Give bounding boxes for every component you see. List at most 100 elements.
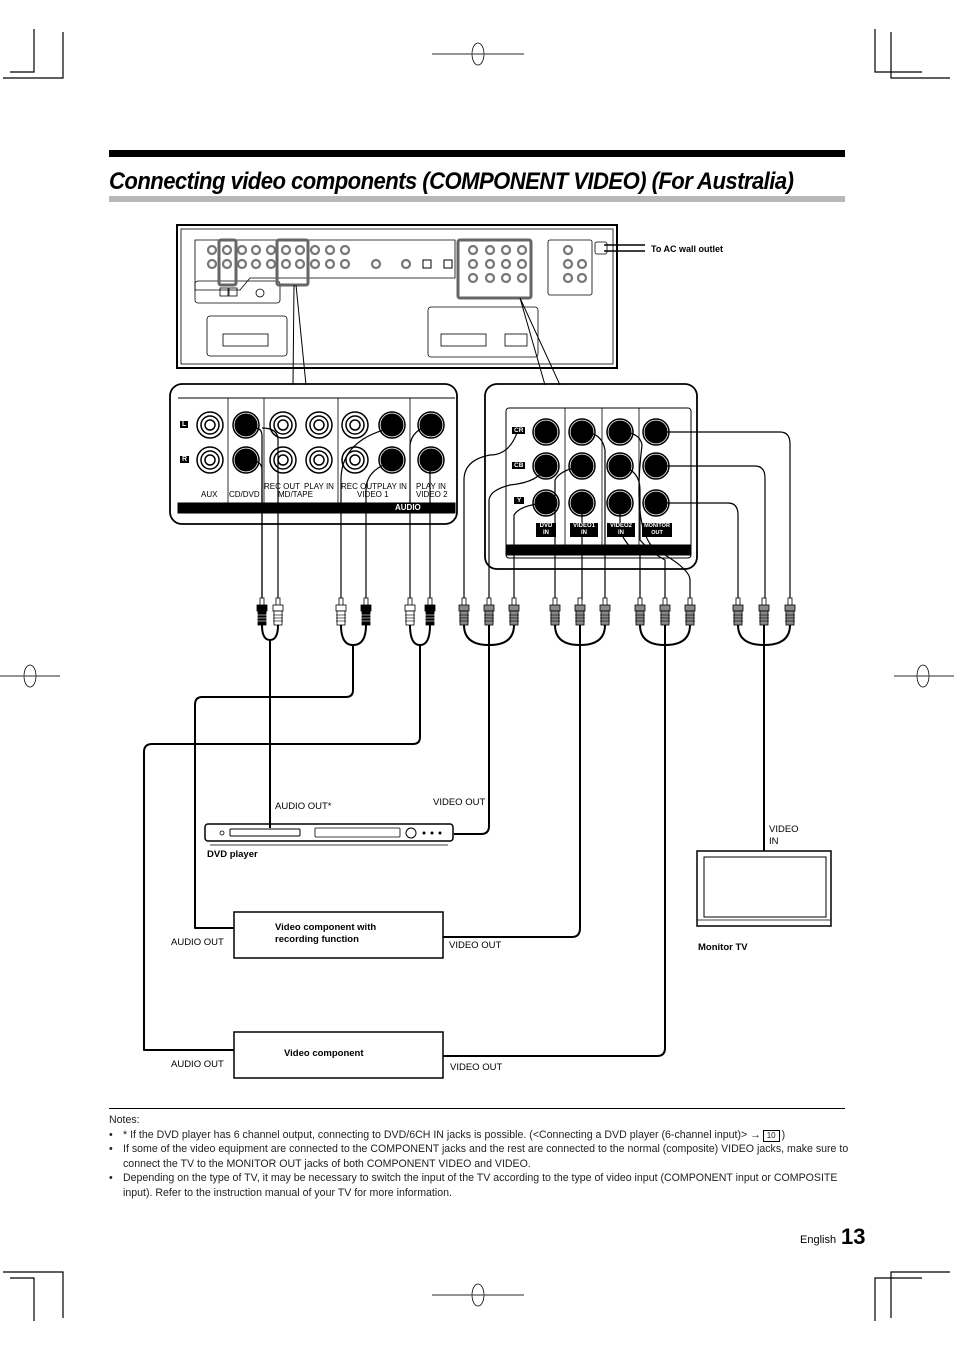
audio-jack (417, 446, 445, 474)
rca-jack (370, 258, 382, 270)
component-jack (467, 244, 479, 256)
rca-plug (549, 597, 561, 626)
cables (143, 424, 791, 1057)
component-jack (532, 418, 560, 446)
rca-jack (339, 258, 351, 270)
rca-jack (309, 258, 321, 270)
audio-jack (232, 446, 260, 474)
rca-jack (206, 244, 218, 256)
rca-plug (784, 597, 796, 626)
rca-jack (280, 244, 292, 256)
rca-jack (562, 244, 574, 256)
group-label-video2: VIDEO 2 (416, 490, 448, 499)
rca-plug (659, 597, 671, 626)
audio-jack (341, 446, 369, 474)
component-jack (500, 258, 512, 270)
rca-jack (206, 258, 218, 270)
rca-jack (294, 244, 306, 256)
audio-jack (196, 446, 224, 474)
rca-plug (574, 597, 586, 626)
component-jack (484, 258, 496, 270)
video-component-audio-out-label: AUDIO OUT (171, 1059, 224, 1070)
page-ref-icon[interactable]: 10 (762, 1129, 780, 1142)
notes-rule (109, 1108, 845, 1109)
component-jack (500, 272, 512, 284)
group-label-video1: VIDEO 1 (357, 490, 389, 499)
dvd-audio-out-label: AUDIO OUT* (275, 801, 332, 812)
rca-jack (294, 258, 306, 270)
component-jack (467, 258, 479, 270)
rca-jack (265, 244, 277, 256)
component-jack (467, 272, 479, 284)
row-label-cr: CR (512, 427, 526, 434)
note-item: * If the DVD player has 6 channel output… (109, 1128, 849, 1143)
rca-plug (634, 597, 646, 626)
dvd-player (204, 823, 454, 846)
rca-jack (236, 244, 248, 256)
component-jack (516, 258, 528, 270)
page-number: 13 (841, 1224, 866, 1249)
rca-plug (758, 597, 770, 626)
rca-jack (339, 244, 351, 256)
tv-video-in-line1: VIDEO (769, 824, 799, 835)
tv-video-in-line2: IN (769, 836, 779, 847)
rca-plug (508, 597, 520, 626)
rca-jack (324, 258, 336, 270)
component-jack (516, 244, 528, 256)
footer-language: English (800, 1234, 837, 1246)
audio-bar-label: AUDIO (395, 503, 421, 512)
rca-plug (424, 597, 436, 626)
component-jack (484, 244, 496, 256)
rca-plug (360, 597, 372, 626)
rca-jack (400, 258, 412, 270)
ac-outlet-label: To AC wall outlet (651, 244, 723, 254)
recorder-label-line1: Video component with (275, 922, 377, 933)
dvd-player-label: DVD player (207, 849, 258, 860)
audio-jack (269, 446, 297, 474)
jack-label-cd-dvd: CD/DVD (229, 490, 260, 499)
rca-plug (335, 597, 347, 626)
channel-label-r: R (180, 456, 190, 463)
rca-jack (576, 272, 588, 284)
note-item: Depending on the type of TV, it may be n… (109, 1171, 849, 1200)
optical-jack (422, 259, 432, 269)
audio-jack (232, 411, 260, 439)
row-label-y: Y (514, 497, 525, 504)
rca-jack (265, 258, 277, 270)
rca-plug (732, 597, 744, 626)
rca-plug (404, 597, 416, 626)
rca-jack (236, 258, 248, 270)
dvd-video-out-label: VIDEO OUT (433, 797, 486, 808)
recorder-video-out-label: VIDEO OUT (449, 940, 502, 951)
audio-jack (305, 446, 333, 474)
column-label-video1-in: VIDEO1 IN (570, 523, 598, 537)
audio-jack (305, 411, 333, 439)
notes-section: Notes: * If the DVD player has 6 channel… (109, 1113, 849, 1200)
rca-plug (684, 597, 696, 626)
receiver-jacks (206, 244, 588, 284)
rca-jack (562, 258, 574, 270)
component-jack-panel (484, 383, 698, 570)
component-jack (500, 244, 512, 256)
jack-label-aux: AUX (201, 490, 218, 499)
row-label-cb: CB (512, 462, 526, 469)
recorder-label-line2: recording function (275, 934, 359, 945)
video-component-label: Video component (284, 1048, 364, 1059)
recorder-label: Video component with recording function (275, 922, 376, 946)
audio-jack (378, 411, 406, 439)
rca-jack (221, 244, 233, 256)
audio-jack (417, 411, 445, 439)
rca-jack (576, 258, 588, 270)
tv-video-in-label: VIDEO IN (769, 824, 799, 848)
audio-jack (269, 411, 297, 439)
receiver-rear-panel (176, 224, 645, 386)
monitor-tv (696, 850, 832, 927)
rca-jack (221, 258, 233, 270)
rca-plug (256, 597, 268, 626)
rca-jack (562, 272, 574, 284)
note-item: If some of the video equipment are conne… (109, 1142, 849, 1171)
rca-plug (483, 597, 495, 626)
recorder-audio-out-label: AUDIO OUT (171, 937, 224, 948)
rca-plug (458, 597, 470, 626)
notes-heading: Notes: (109, 1114, 140, 1126)
